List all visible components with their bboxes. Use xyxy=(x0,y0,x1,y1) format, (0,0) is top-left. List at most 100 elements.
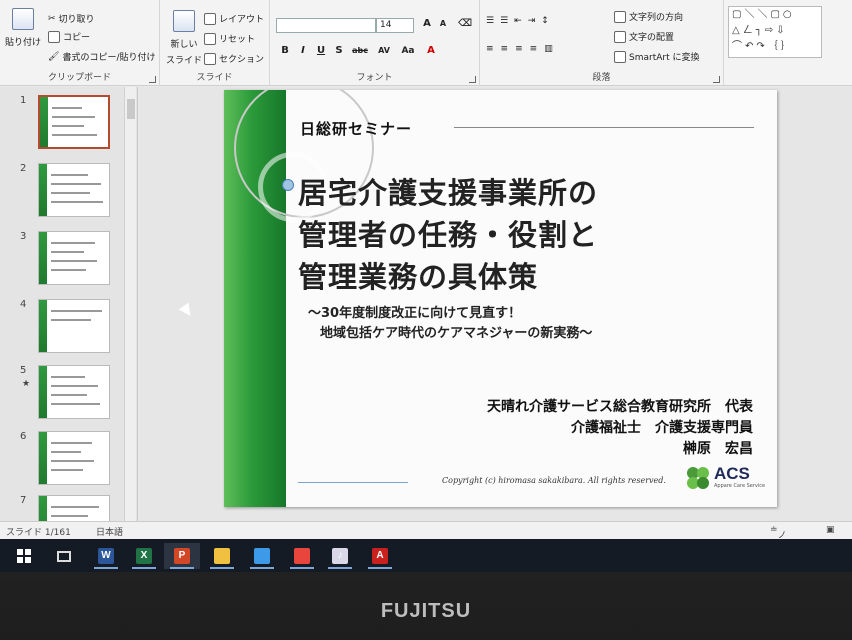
line-spacing-icon[interactable]: ↕ xyxy=(541,16,549,26)
excel-taskbar-button[interactable]: X xyxy=(126,543,162,569)
thumbnail-row[interactable]: 2 xyxy=(0,163,124,223)
slide-thumbnail[interactable] xyxy=(38,431,110,485)
dropbox-taskbar-button[interactable] xyxy=(244,543,280,569)
thumbnail-number: 7 xyxy=(20,495,27,506)
laptop-frame: 貼り付け ✂ 切り取り コピー 🖌 書式のコピー/貼り付け クリップボード 新し… xyxy=(0,0,852,640)
italic-button[interactable]: I xyxy=(296,44,310,58)
increase-indent-icon[interactable]: ⇥ xyxy=(528,16,536,26)
change-case-button[interactable]: Aa xyxy=(398,44,418,58)
current-slide[interactable]: 日総研セミナー 居宅介護支援事業所の 管理者の任務・役割と 管理業務の具体策 ～… xyxy=(224,90,777,507)
slide-thumbnail[interactable] xyxy=(38,95,110,149)
thumbnail-text-line xyxy=(51,251,84,253)
thumbnail-text-line xyxy=(51,319,91,321)
font-label: フォント xyxy=(356,73,393,83)
align-row: ≡ ≡ ≡ ≡ ▥ xyxy=(486,44,553,54)
format-painter-button[interactable]: 🖌 書式のコピー/貼り付け xyxy=(48,50,155,64)
slide-thumbnail[interactable] xyxy=(38,299,110,353)
strikethrough-button[interactable]: abc xyxy=(350,44,370,58)
bold-button[interactable]: B xyxy=(278,44,292,58)
cut-button[interactable]: ✂ 切り取り xyxy=(48,12,95,26)
slide-thumbnail[interactable] xyxy=(38,495,110,521)
font-shrink-button[interactable]: A xyxy=(436,17,450,31)
slide-title-line-2: 管理者の任務・役割と xyxy=(298,218,599,252)
section-button[interactable]: セクション xyxy=(204,52,264,65)
thumbnail-text-line xyxy=(51,460,94,462)
copy-button[interactable]: コピー xyxy=(48,30,90,43)
thumbnail-number: 6 xyxy=(20,431,27,442)
thumbnail-row[interactable]: 4 xyxy=(0,299,124,359)
align-right-icon[interactable]: ≡ xyxy=(515,44,523,54)
numbering-icon[interactable]: ☰ xyxy=(500,16,508,26)
columns-icon[interactable]: ▥ xyxy=(544,44,553,54)
decrease-indent-icon[interactable]: ⇤ xyxy=(514,16,522,26)
task-view-icon xyxy=(57,550,71,562)
paste-button[interactable]: 貼り付け xyxy=(5,8,41,48)
slide-editor: 日総研セミナー 居宅介護支援事業所の 管理者の任務・役割と 管理業務の具体策 ～… xyxy=(139,87,852,521)
brand-logo: FUJITSU xyxy=(380,600,472,622)
font-name-combo[interactable] xyxy=(276,18,376,33)
char-spacing-button[interactable]: AV xyxy=(374,44,394,58)
paragraph-launcher[interactable] xyxy=(713,76,720,83)
thumbnails-scrollbar[interactable] xyxy=(124,87,136,521)
explorer-taskbar-button[interactable] xyxy=(204,543,240,569)
thumbnail-text-line xyxy=(51,269,86,271)
dropbox-icon xyxy=(254,548,270,564)
normal-view-icon[interactable]: ▣ xyxy=(826,525,835,535)
thumbnail-row[interactable]: 1 xyxy=(0,95,124,155)
scrollbar-thumb[interactable] xyxy=(127,99,135,119)
slide-thumbnail[interactable] xyxy=(38,163,110,217)
align-left-icon[interactable]: ≡ xyxy=(486,44,494,54)
word-taskbar-button[interactable]: W xyxy=(88,543,124,569)
shapes-gallery[interactable]: ▢＼＼▢○ △ㄥ┐⇨⇩ ⌒↶↷｛｝ xyxy=(728,6,822,58)
copyright-text: Copyright (c) hiromasa sakakibara. All r… xyxy=(442,476,666,485)
font-color-button[interactable]: A xyxy=(422,44,440,58)
justify-icon[interactable]: ≡ xyxy=(530,44,538,54)
slide-thumbnail[interactable] xyxy=(38,365,110,419)
thumbnail-text-line xyxy=(51,451,81,453)
underline-button[interactable]: U xyxy=(314,44,328,58)
thumbnail-row[interactable]: 3 xyxy=(0,231,124,291)
font-grow-button[interactable]: A xyxy=(420,17,434,31)
thumbnail-text-line xyxy=(51,442,92,444)
eraser-icon: ⌫ xyxy=(458,18,473,29)
bullets-icon[interactable]: ☰ xyxy=(486,16,494,26)
thumbnail-row[interactable]: 5 ★ xyxy=(0,365,124,425)
itunes-taskbar-button[interactable]: ♪ xyxy=(322,543,358,569)
notes-button[interactable]: ≐ ノート xyxy=(770,525,787,567)
reset-button[interactable]: リセット xyxy=(204,32,255,45)
subtitle-line-2: 地域包括ケア時代のケアマネジャーの新実務～ xyxy=(320,326,593,341)
font-size-combo[interactable]: 14 xyxy=(376,18,414,33)
clipboard-launcher[interactable] xyxy=(149,76,156,83)
start-button[interactable] xyxy=(6,543,42,569)
seminar-rule xyxy=(454,127,754,128)
presenter-affiliation: 天晴れ介護サービス総合教育研究所 代表 xyxy=(487,399,753,415)
language-indicator[interactable]: 日本語 xyxy=(96,525,123,538)
brush-icon: 🖌 xyxy=(48,51,60,62)
thumbnail-number: 1 xyxy=(20,95,27,106)
text-direction-button[interactable]: 文字列の方向 xyxy=(614,10,683,23)
smartart-button[interactable]: SmartArt に変換 xyxy=(614,50,699,63)
font-group: 14 A A ⌫ B I U S abc AV Aa A フォント xyxy=(270,0,480,86)
layout-button[interactable]: レイアウト xyxy=(204,12,264,25)
logo-text: ACS xyxy=(714,464,750,483)
new-slide-button[interactable]: 新しい スライド xyxy=(166,10,202,66)
thumbnail-row[interactable]: 7 xyxy=(0,495,124,521)
slide-thumbnails-pane: 1 2 3 4 5 ★ 6 7 xyxy=(0,87,138,521)
transition-star-icon: ★ xyxy=(22,379,31,389)
decorative-dot xyxy=(282,179,294,191)
align-text-button[interactable]: 文字の配置 xyxy=(614,30,674,43)
task-view-button[interactable] xyxy=(46,543,82,569)
chrome-taskbar-button[interactable] xyxy=(284,543,320,569)
font-launcher[interactable] xyxy=(469,76,476,83)
thumbnail-row[interactable]: 6 xyxy=(0,431,124,491)
powerpoint-taskbar-button[interactable]: P xyxy=(164,543,200,569)
ribbon: 貼り付け ✂ 切り取り コピー 🖌 書式のコピー/貼り付け クリップボード 新し… xyxy=(0,0,852,86)
word-icon: W xyxy=(98,548,114,564)
clear-format-button[interactable]: ⌫ xyxy=(458,17,472,31)
thumbnail-text-line xyxy=(51,515,88,517)
acrobat-taskbar-button[interactable]: A xyxy=(362,543,398,569)
slide-thumbnail[interactable] xyxy=(38,231,110,285)
align-center-icon[interactable]: ≡ xyxy=(501,44,509,54)
thumbnail-text-line xyxy=(52,116,95,118)
shadow-button[interactable]: S xyxy=(332,44,346,58)
